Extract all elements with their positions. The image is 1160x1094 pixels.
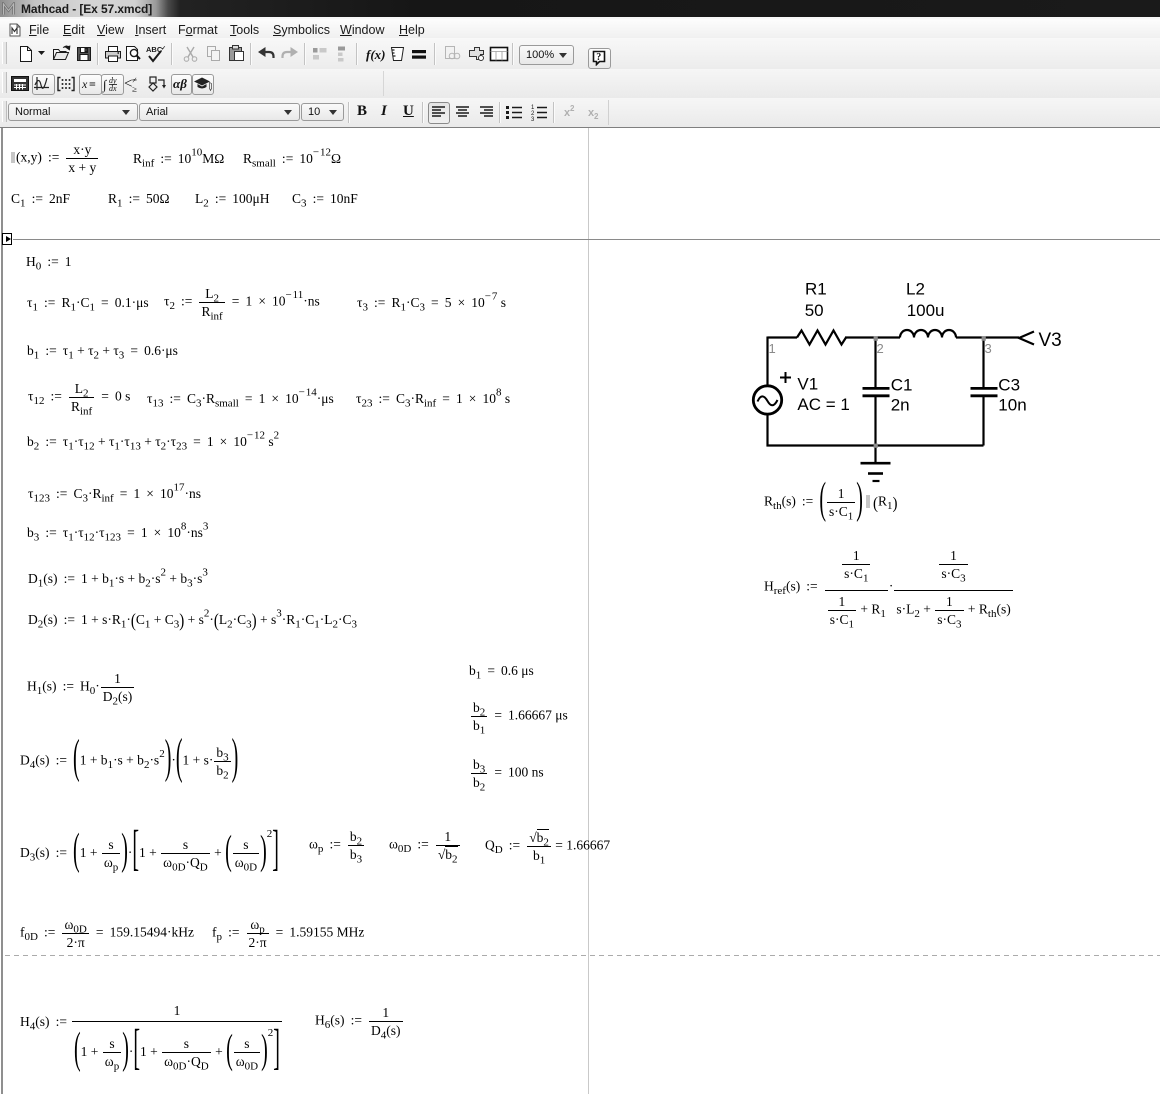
svg-text:∫: ∫ (102, 77, 108, 93)
svg-text:dx: dx (109, 84, 117, 93)
svg-text:V1: V1 (797, 375, 818, 394)
svg-text:2: 2 (877, 341, 884, 356)
svg-text:2: 2 (570, 104, 575, 113)
svg-text:C3: C3 (998, 376, 1020, 395)
svg-text:≥: ≥ (132, 84, 137, 94)
svg-text:AC = 1: AC = 1 (797, 395, 849, 414)
svg-text:C1: C1 (891, 376, 913, 395)
svg-text:x: x (81, 77, 88, 91)
svg-text:2: 2 (594, 112, 599, 121)
svg-text:L2: L2 (906, 280, 925, 299)
svg-text:V3: V3 (1039, 330, 1062, 351)
svg-text:?: ? (596, 52, 601, 63)
svg-text:1: 1 (769, 341, 776, 356)
svg-text:3: 3 (985, 341, 992, 356)
svg-text:50: 50 (805, 301, 824, 320)
svg-text:f(x): f(x) (366, 47, 386, 62)
svg-text:10n: 10n (998, 396, 1026, 415)
svg-text:✓: ✓ (161, 46, 166, 52)
svg-text:100u: 100u (907, 301, 945, 320)
svg-text:3: 3 (531, 117, 535, 123)
svg-text:R1: R1 (805, 280, 827, 299)
svg-text:=: = (89, 77, 96, 91)
svg-text:αβ: αβ (173, 76, 187, 91)
svg-text:2n: 2n (891, 396, 910, 415)
